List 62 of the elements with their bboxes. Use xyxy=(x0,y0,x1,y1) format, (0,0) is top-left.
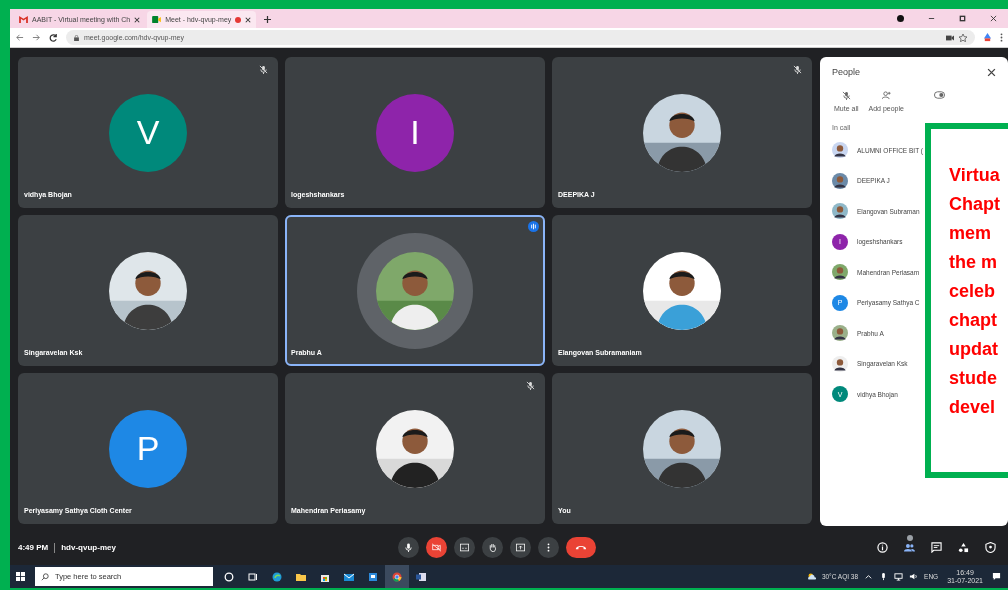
windows-start-icon[interactable] xyxy=(16,572,25,581)
back-icon[interactable] xyxy=(15,33,24,42)
document-icon[interactable] xyxy=(416,571,426,582)
present-icon xyxy=(516,543,525,552)
more-options-button[interactable] xyxy=(538,537,559,558)
captions-icon xyxy=(460,543,469,552)
microphone-icon xyxy=(404,543,413,552)
close-icon[interactable] xyxy=(134,16,141,23)
camera-icon xyxy=(152,16,162,23)
folder-icon[interactable] xyxy=(296,571,306,582)
end-call-button[interactable] xyxy=(566,537,596,558)
task-view-icon[interactable] xyxy=(248,571,258,582)
search-icon xyxy=(41,573,49,581)
microphone-button[interactable] xyxy=(398,537,419,558)
hand-icon xyxy=(488,543,497,552)
minimize-icon[interactable] xyxy=(928,15,935,22)
extension-icon[interactable] xyxy=(983,33,992,42)
meeting-time: 4:49 PM xyxy=(18,543,49,552)
present-button[interactable] xyxy=(510,537,531,558)
chat-icon[interactable] xyxy=(931,542,942,553)
add-person-icon xyxy=(881,91,891,100)
notification-icon[interactable] xyxy=(992,572,1001,581)
app-icon[interactable] xyxy=(368,571,378,582)
phone-icon xyxy=(575,543,587,552)
camera-icon[interactable] xyxy=(946,33,954,42)
shield-icon[interactable] xyxy=(985,542,996,553)
avatar: P xyxy=(109,409,187,488)
caption-text: Virtua Chapt mem the m celeb chapt updat stude devel xyxy=(949,164,1000,419)
count-badge xyxy=(907,535,913,541)
meeting-code: hdv-qvup-mey xyxy=(61,543,116,552)
profile-icon[interactable] xyxy=(897,15,904,22)
toggle-icon[interactable] xyxy=(933,91,945,99)
raise-hand-button[interactable] xyxy=(482,537,503,558)
people-icon[interactable] xyxy=(904,542,915,553)
forward-icon[interactable] xyxy=(32,33,41,42)
network-icon[interactable] xyxy=(894,572,904,581)
mail-icon[interactable] xyxy=(344,571,354,582)
camera-off-icon xyxy=(432,543,441,552)
camera-off-button[interactable] xyxy=(426,537,447,558)
avatar: V xyxy=(109,93,187,172)
star-icon[interactable] xyxy=(959,33,967,42)
cortana-icon[interactable] xyxy=(224,571,234,582)
close-icon[interactable] xyxy=(987,67,996,77)
avatar: I xyxy=(376,93,454,172)
mic-off-icon xyxy=(841,91,851,100)
captions-button[interactable] xyxy=(454,537,475,558)
menu-icon[interactable] xyxy=(1000,33,1003,42)
new-tab-icon[interactable] xyxy=(264,16,272,23)
mail-icon xyxy=(19,16,28,23)
panel-title: People xyxy=(832,67,861,77)
close-icon[interactable] xyxy=(990,15,997,22)
maximize-icon[interactable] xyxy=(959,15,966,22)
chevron-up-icon[interactable] xyxy=(864,572,874,581)
weather-icon[interactable] xyxy=(806,572,816,581)
lock-icon xyxy=(74,34,79,41)
volume-icon[interactable] xyxy=(909,572,919,581)
chrome-icon[interactable] xyxy=(392,571,402,582)
reload-icon[interactable] xyxy=(49,33,58,42)
close-icon[interactable] xyxy=(245,16,252,23)
info-icon[interactable] xyxy=(877,542,888,553)
activities-icon[interactable] xyxy=(958,542,969,553)
edge-icon[interactable] xyxy=(272,571,282,582)
